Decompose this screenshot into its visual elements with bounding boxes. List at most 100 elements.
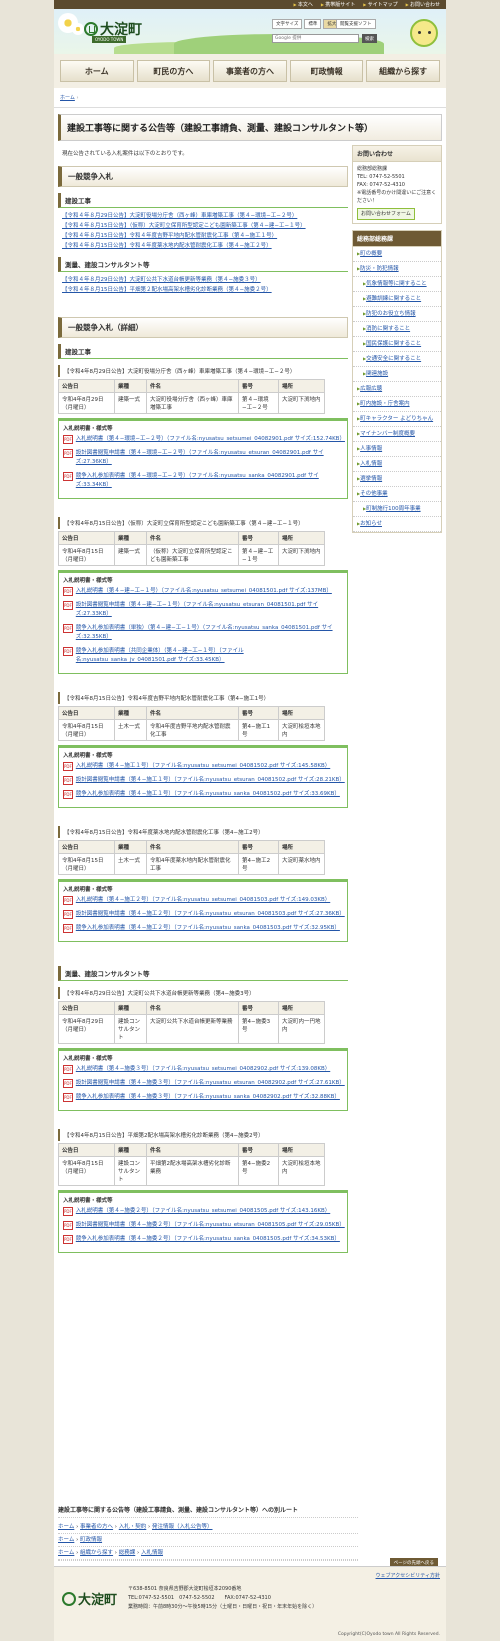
notice-link[interactable]: 【令和４年８月29日公告】大淀町公共下水道台帳更新等業務（第４−施委３号）: [62, 277, 261, 283]
related-route-link[interactable]: 事業者の方へ: [80, 1524, 113, 1530]
related-route-link[interactable]: ホーム: [58, 1550, 74, 1556]
table-header: 業種: [114, 1143, 147, 1157]
text-size-standard-button[interactable]: 標準: [304, 19, 322, 29]
utility-link-main[interactable]: 本文へ: [294, 1, 313, 8]
pdf-file-link[interactable]: 入札説明書（第４−施委３号）（ファイル名:nyusatsu_setsumei_0…: [76, 1065, 330, 1074]
notice-link[interactable]: 【令和４年８月15日公告】（仮称）大淀町立保育所型認定こども園新築工事（第４−建…: [62, 223, 306, 229]
sidebar-item[interactable]: 国民保護に関すること: [353, 337, 441, 352]
table-cell: （仮称）大淀町立保育所型認定こども園新築工事: [146, 544, 239, 566]
utility-link-mobile[interactable]: 携帯版サイト: [321, 1, 355, 8]
sidebar-item[interactable]: 関連施設: [353, 367, 441, 382]
sidebar-item[interactable]: 広報広聴: [353, 382, 441, 397]
related-route-link[interactable]: 総務課: [119, 1550, 136, 1556]
sidebar-item[interactable]: 防災・防犯情報: [353, 262, 441, 277]
notice-link[interactable]: 【令和４年８月15日公告】令和４年度吉野平地内配水管耐震化工事（第４−施工１号）: [62, 233, 277, 239]
pdf-file-link[interactable]: 競争入札参加表明書（共同企業体）（第４−建−工−１号）（ファイル名:nyusat…: [76, 647, 343, 665]
table-cell: 第4−施委3号: [238, 1014, 279, 1044]
pdf-file-link[interactable]: 入札説明書（第４−環境−工−２号）（ファイル名:nyusatsu_setsume…: [76, 435, 345, 444]
related-title: 建設工事等に関する公告等（建設工事請負、測量、建設コンサルタント等）への別ルート: [58, 1505, 358, 1518]
sidebar-item[interactable]: 町の概要: [353, 247, 441, 262]
accessibility-policy-link[interactable]: ウェブアクセシビリティ方針: [376, 1572, 440, 1579]
sidebar-item[interactable]: 選挙情報: [353, 472, 441, 487]
pdf-icon: PDF: [63, 435, 73, 444]
table-header: 公告日: [58, 531, 115, 545]
pdf-file-link[interactable]: 設計図書閲覧申請書（第４−施委３号）（ファイル名:nyusatsu_etsura…: [76, 1079, 345, 1088]
sidebar-item[interactable]: 気象情報等に関すること: [353, 277, 441, 292]
sidebar-item[interactable]: 町制施行100周年事業: [353, 502, 441, 517]
notice-link[interactable]: 【令和４年８月15日公告】令和４年度薬水地内配水管耐震化工事（第４−施工２号）: [62, 243, 272, 249]
contact-form-button[interactable]: お問い合わせフォーム: [357, 208, 415, 220]
notice-link[interactable]: 【令和４年８月15日公告】平畑第２配水場高架水槽劣化診断業務（第４−施委２号）: [62, 287, 272, 293]
utility-link-contact[interactable]: お問い合わせ: [406, 1, 440, 8]
pdf-file-link[interactable]: 設計図書閲覧申請書（第４−施工１号）（ファイル名:nyusatsu_etsura…: [76, 776, 345, 785]
sidebar-item[interactable]: 防犯のお役立ち情報: [353, 307, 441, 322]
utility-link-sitemap[interactable]: サイトマップ: [363, 1, 398, 8]
search-button[interactable]: 検索: [362, 34, 377, 43]
notice-heading: 【令和4年8月29日公告】大淀町公共下水道台帳更新等業務（第4−施委3号）: [58, 987, 348, 999]
nav-organization[interactable]: 組織から探す: [366, 60, 440, 82]
pdf-icon: PDF: [63, 910, 73, 919]
nav-home[interactable]: ホーム: [60, 60, 134, 82]
category-box: 総務部総務課 町の概要防災・防犯情報気象情報等に関すること避難訓練に関すること防…: [352, 230, 442, 533]
pdf-file-link[interactable]: 競争入札参加表明書（第４−環境−工−２号）（ファイル名:nyusatsu_san…: [76, 472, 343, 490]
pdf-file-link[interactable]: 競争入札参加表明書（単独）（第４−建−工−１号）（ファイル名:nyusatsu_…: [76, 624, 343, 642]
sidebar-item[interactable]: 交通安全に関すること: [353, 352, 441, 367]
related-route-link[interactable]: 発注情報（入札公告等）: [152, 1524, 213, 1530]
related-route: ホーム › 町政情報: [58, 1534, 358, 1547]
pdf-file-link[interactable]: 入札説明書（第４−施委２号）（ファイル名:nyusatsu_setsumei_0…: [76, 1207, 330, 1216]
table-header: 場所: [278, 1001, 325, 1015]
related-route-link[interactable]: ホーム: [58, 1524, 74, 1530]
notice-table: 公告日 業種 件名 番号 場所 令和4年8月15日（月曜日） 土木一式 令和4年度吉野平地内配…: [58, 706, 325, 741]
related-route-link[interactable]: ホーム: [58, 1537, 74, 1543]
pdf-file-link[interactable]: 設計図書閲覧申請書（第４−施工２号）（ファイル名:nyusatsu_etsura…: [76, 910, 345, 919]
reading-support-button[interactable]: 閲覧支援ソフト: [336, 19, 376, 29]
pdf-icon: PDF: [63, 624, 73, 633]
subsection-heading: 建設工事: [58, 193, 348, 208]
related-route-link[interactable]: 組織から探す: [80, 1550, 113, 1556]
pdf-file-link[interactable]: 設計図書閲覧申請書（第４−環境−工−２号）（ファイル名:nyusatsu_ets…: [76, 449, 343, 467]
file-item: PDF 競争入札参加表明書（第４−施委３号）（ファイル名:nyusatsu_san…: [63, 1093, 343, 1102]
nav-business[interactable]: 事業者の方へ: [213, 60, 287, 82]
pdf-file-link[interactable]: 設計図書閲覧申請書（第４−建−工−１号）（ファイル名:nyusatsu_etsu…: [76, 601, 343, 619]
pdf-file-link[interactable]: 競争入札参加表明書（第４−施工２号）（ファイル名:nyusatsu_sanka_…: [76, 924, 340, 933]
pdf-file-link[interactable]: 入札説明書（第４−施工１号）（ファイル名:nyusatsu_setsumei_0…: [76, 762, 330, 771]
pdf-icon: PDF: [63, 472, 73, 481]
sidebar-item[interactable]: 避難訓練に関すること: [353, 292, 441, 307]
table-cell: 建設コンサルタント: [114, 1014, 147, 1044]
category-heading: 総務部総務課: [353, 231, 441, 247]
sidebar-item[interactable]: 人事情報: [353, 442, 441, 457]
table-cell: 令和4年8月15日（月曜日）: [58, 853, 115, 875]
sidebar-item[interactable]: 入札情報: [353, 457, 441, 472]
page: 本文へ 携帯版サイト サイトマップ お問い合わせ 大淀町 OYODO TOWN …: [54, 0, 446, 1641]
table-cell: 令和4年8月15日（月曜日）: [58, 544, 115, 566]
document-box: 入札説明書・様式等 PDF 入札説明書（第４−環境−工−２号）（ファイル名:nyus…: [58, 418, 348, 499]
sidebar-item[interactable]: マイナンバー制度概要: [353, 427, 441, 442]
nav-town-info[interactable]: 町政情報: [289, 60, 364, 82]
town-emblem-icon: [62, 1591, 76, 1606]
sidebar-item[interactable]: 町キャラクター よどりちゃん: [353, 412, 441, 427]
sidebar-item[interactable]: お知らせ: [353, 517, 441, 532]
hours-line: 業務時間：午前8時30分〜午後5時15分（土曜日・日曜日・祝日・年末年始を除く）: [128, 1604, 318, 1610]
sidebar-item[interactable]: 町内施設・庁舎案内: [353, 397, 441, 412]
pdf-file-link[interactable]: 設計図書閲覧申請書（第４−施委２号）（ファイル名:nyusatsu_etsura…: [76, 1221, 345, 1230]
breadcrumb-home[interactable]: ホーム: [60, 95, 75, 101]
table-header: 公告日: [58, 706, 115, 720]
related-route-link[interactable]: 入札・契約: [119, 1524, 147, 1530]
sidebar-item[interactable]: その他事業: [353, 487, 441, 502]
copyright: Copyright(C)Oyodo town All Rights Reserv…: [337, 1632, 440, 1637]
table-header: 公告日: [58, 840, 115, 854]
nav-residents[interactable]: 町民の方へ: [136, 60, 211, 82]
pdf-file-link[interactable]: 競争入札参加表明書（第４−施委３号）（ファイル名:nyusatsu_sanka_…: [76, 1093, 340, 1102]
pdf-icon: PDF: [63, 647, 73, 656]
pdf-file-link[interactable]: 競争入札参加表明書（第４−施工１号）（ファイル名:nyusatsu_sanka_…: [76, 790, 340, 799]
related-route-link[interactable]: 町政情報: [80, 1537, 102, 1543]
pdf-file-link[interactable]: 入札説明書（第４−施工２号）（ファイル名:nyusatsu_setsumei_0…: [76, 896, 330, 905]
notice-link[interactable]: 【令和４年８月29日公告】大淀町役場分庁舎（西ヶ峰）車庫増築工事（第４−環境−工…: [62, 213, 297, 219]
sidebar-item[interactable]: 消防に関すること: [353, 322, 441, 337]
pdf-file-link[interactable]: 入札説明書（第４−建−工−１号）（ファイル名:nyusatsu_setsumei…: [76, 587, 332, 596]
search-input[interactable]: [272, 34, 359, 43]
related-route-link[interactable]: 入札情報: [141, 1550, 163, 1556]
contact-heading: お問い合わせ: [353, 146, 441, 162]
pdf-file-link[interactable]: 競争入札参加表明書（第４−施委２号）（ファイル名:nyusatsu_sanka_…: [76, 1235, 340, 1244]
table-header: 公告日: [58, 379, 115, 393]
